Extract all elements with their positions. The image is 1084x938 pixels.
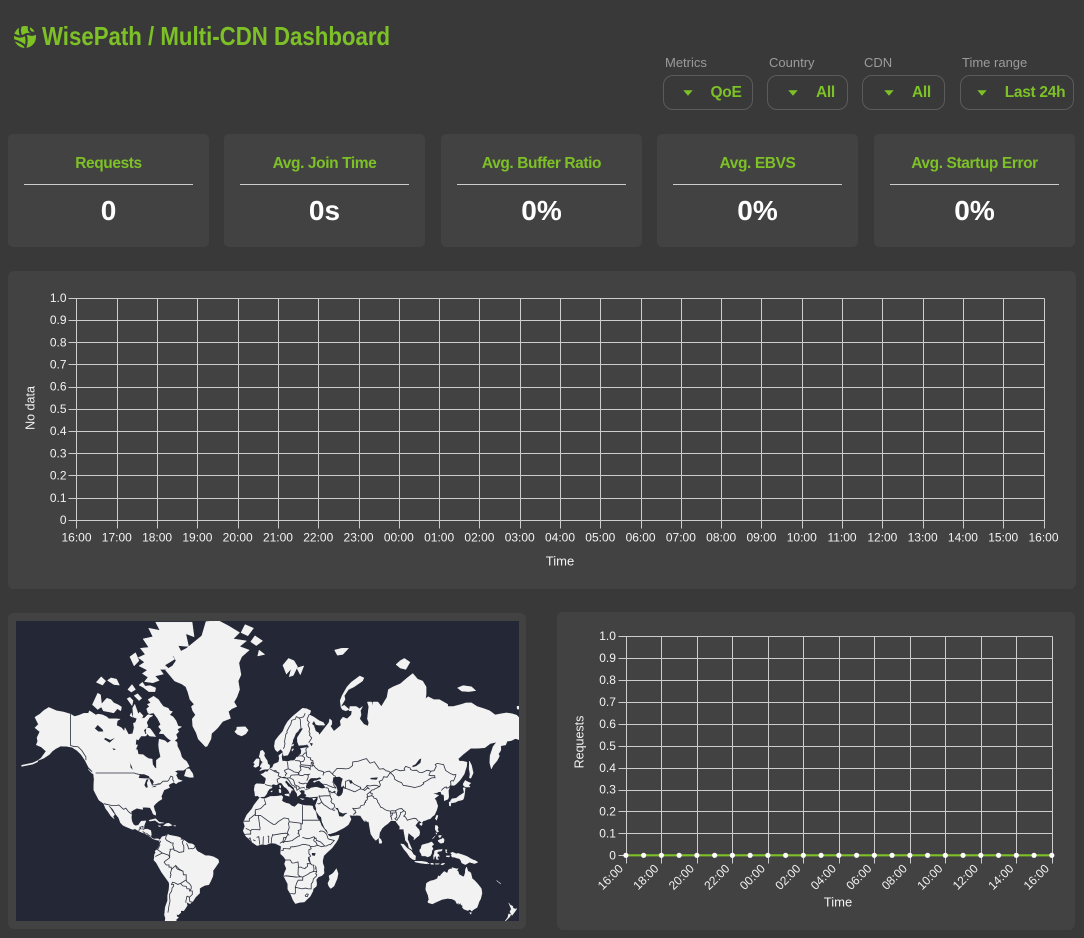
svg-text:0.3: 0.3: [599, 783, 616, 797]
svg-text:22:00: 22:00: [701, 861, 732, 892]
svg-text:21:00: 21:00: [263, 531, 293, 545]
svg-text:04:00: 04:00: [808, 861, 839, 892]
svg-text:0.4: 0.4: [599, 761, 616, 775]
svg-text:19:00: 19:00: [182, 531, 212, 545]
svg-text:23:00: 23:00: [344, 531, 374, 545]
svg-text:0.1: 0.1: [50, 491, 67, 505]
svg-text:12:00: 12:00: [950, 861, 981, 892]
svg-text:08:00: 08:00: [879, 861, 910, 892]
svg-text:02:00: 02:00: [772, 861, 803, 892]
svg-text:14:00: 14:00: [985, 861, 1016, 892]
svg-text:20:00: 20:00: [223, 531, 253, 545]
svg-text:0.4: 0.4: [50, 424, 67, 438]
svg-text:0.9: 0.9: [50, 313, 67, 327]
svg-text:1.0: 1.0: [50, 291, 67, 305]
svg-text:06:00: 06:00: [843, 861, 874, 892]
svg-text:0: 0: [60, 513, 67, 527]
svg-text:0.2: 0.2: [50, 469, 67, 483]
svg-text:0.8: 0.8: [50, 335, 67, 349]
svg-text:05:00: 05:00: [585, 531, 615, 545]
svg-text:20:00: 20:00: [666, 861, 697, 892]
svg-text:07:00: 07:00: [666, 531, 696, 545]
svg-text:No data: No data: [24, 386, 38, 430]
svg-text:0.3: 0.3: [50, 446, 67, 460]
svg-text:1.0: 1.0: [599, 629, 616, 643]
svg-text:02:00: 02:00: [464, 531, 494, 545]
svg-text:00:00: 00:00: [384, 531, 414, 545]
svg-text:10:00: 10:00: [914, 861, 945, 892]
svg-text:0: 0: [609, 849, 616, 863]
svg-text:Time: Time: [546, 554, 574, 569]
svg-text:0.5: 0.5: [50, 402, 67, 416]
svg-text:13:00: 13:00: [908, 531, 938, 545]
svg-text:Requests: Requests: [573, 716, 587, 769]
svg-text:22:00: 22:00: [303, 531, 333, 545]
svg-text:0.5: 0.5: [599, 739, 616, 753]
svg-text:16:00: 16:00: [595, 861, 626, 892]
svg-text:17:00: 17:00: [102, 531, 132, 545]
svg-text:01:00: 01:00: [424, 531, 454, 545]
svg-text:16:00: 16:00: [61, 531, 91, 545]
svg-text:15:00: 15:00: [988, 531, 1018, 545]
svg-text:14:00: 14:00: [948, 531, 978, 545]
svg-text:0.7: 0.7: [50, 357, 67, 371]
svg-text:16:00: 16:00: [1021, 861, 1052, 892]
svg-text:0.9: 0.9: [599, 651, 616, 665]
svg-text:0.7: 0.7: [599, 695, 616, 709]
svg-text:16:00: 16:00: [1028, 531, 1058, 545]
svg-text:0.6: 0.6: [599, 717, 616, 731]
svg-text:0.2: 0.2: [599, 805, 616, 819]
svg-text:04:00: 04:00: [545, 531, 575, 545]
svg-text:0.8: 0.8: [599, 673, 616, 687]
svg-text:12:00: 12:00: [867, 531, 897, 545]
svg-text:18:00: 18:00: [630, 861, 661, 892]
svg-text:11:00: 11:00: [827, 531, 856, 545]
svg-text:0.1: 0.1: [599, 827, 616, 841]
svg-text:Time: Time: [824, 895, 852, 910]
svg-text:00:00: 00:00: [737, 861, 768, 892]
svg-text:09:00: 09:00: [746, 531, 776, 545]
svg-text:0.6: 0.6: [50, 380, 67, 394]
svg-text:06:00: 06:00: [626, 531, 656, 545]
svg-text:18:00: 18:00: [142, 531, 172, 545]
svg-text:03:00: 03:00: [505, 531, 535, 545]
svg-text:10:00: 10:00: [787, 531, 817, 545]
svg-text:08:00: 08:00: [706, 531, 736, 545]
